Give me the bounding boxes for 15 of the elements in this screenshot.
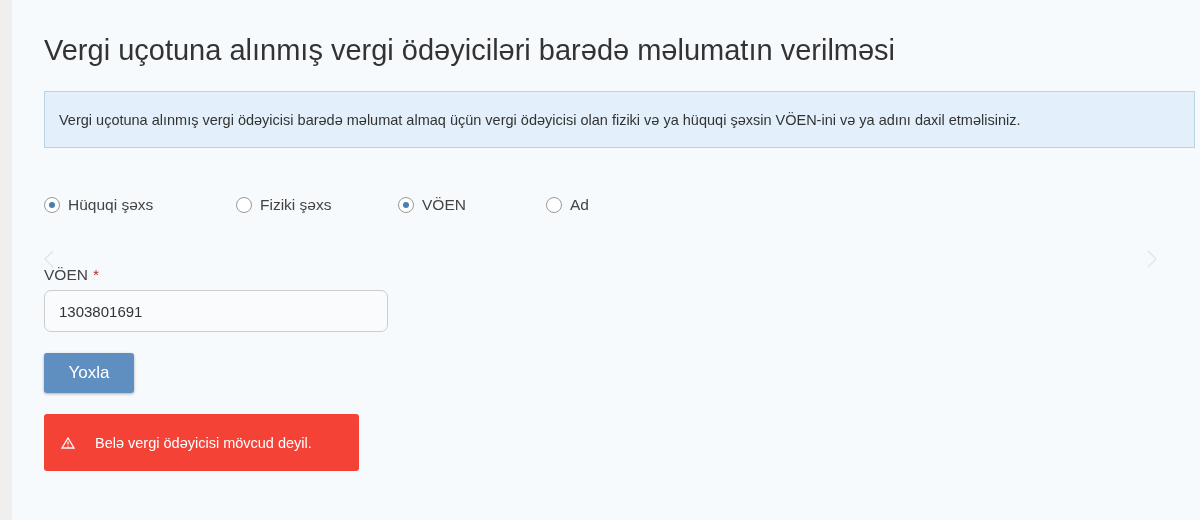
radio-label: Ad [570,196,589,214]
required-mark: * [92,266,99,284]
radio-label: Hüquqi şəxs [68,196,154,214]
radio-label: Fiziki şəxs [260,196,332,214]
radio-button[interactable] [398,197,414,213]
input-field[interactable]: 1303801691 [44,290,388,332]
warning-icon [61,436,75,449]
radio-button[interactable] [44,197,60,213]
error-message: Belə vergi ödəyicisi mövcud deyil. [95,434,312,451]
info-message: Vergi uçotuna alınmış vergi ödəyicisi barədə məlumat almaq üçün vergi ödəyicisi olan fiziki və ya hüquqi şəxsin VÖEN-ini və ya adını daxil etməlisiniz. [44,91,1195,148]
radio-button[interactable] [236,197,252,213]
radio-label: VÖEN [422,196,466,214]
field-label: VÖEN [44,266,88,284]
page-title: Vergi uçotuna alınmış vergi ödəyiciləri barədə məlumatın verilməsi [44,34,897,67]
radio-button[interactable] [546,197,562,213]
